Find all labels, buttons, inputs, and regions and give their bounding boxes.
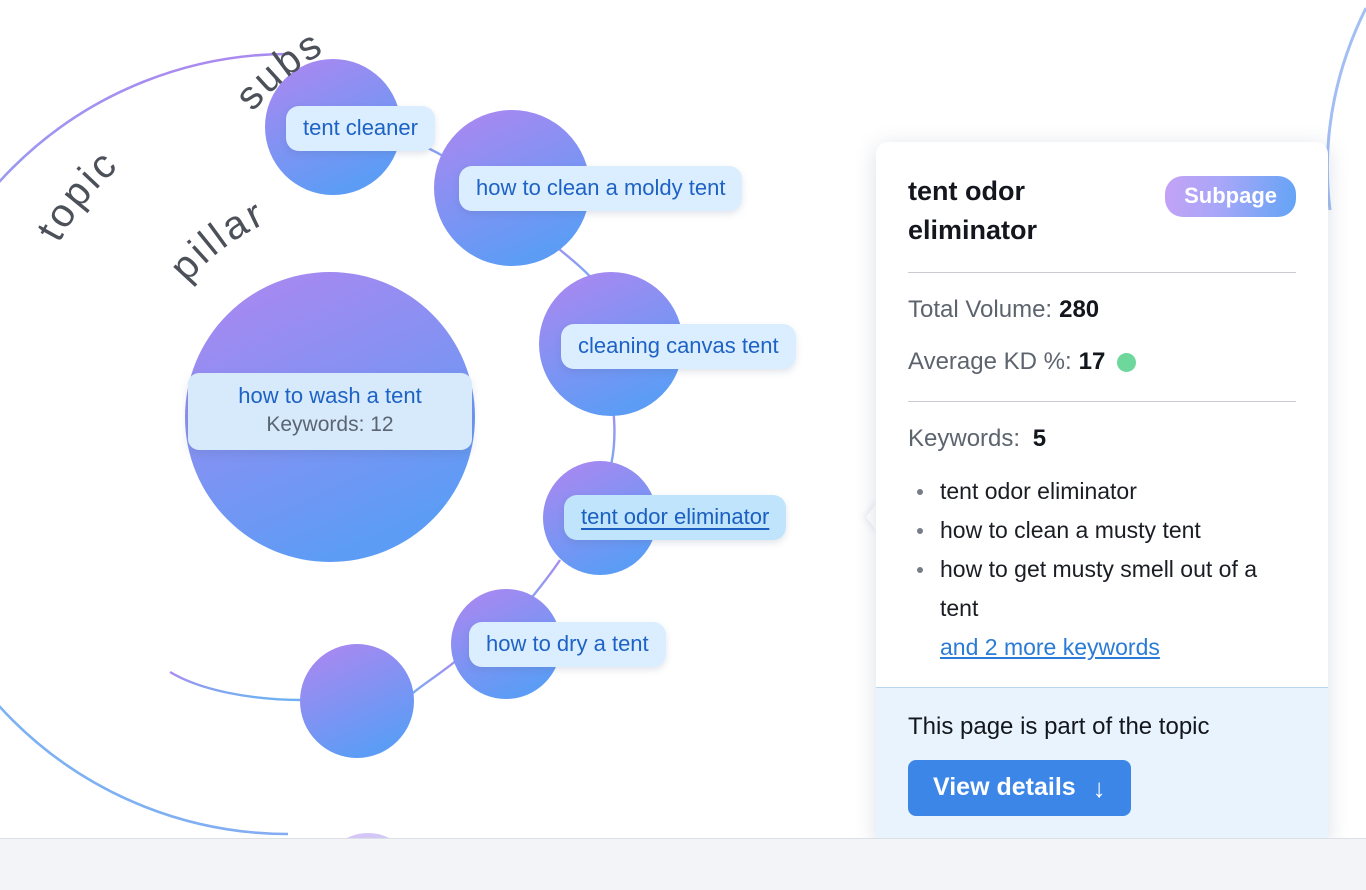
tooltip-divider-mid (908, 401, 1296, 402)
node-label-dry-tent[interactable]: how to dry a tent (469, 622, 666, 667)
keywords-count-value: 5 (1032, 425, 1047, 452)
node-label-text: tent cleaner (303, 115, 418, 140)
node-label-text: cleaning canvas tent (578, 333, 779, 358)
list-item: how to clean a musty tent (908, 511, 1296, 550)
keywords-count-row: Keywords: 5 (908, 424, 1296, 454)
tooltip-footer: This page is part of the topic View deta… (876, 687, 1328, 838)
total-volume-value: 280 (1059, 296, 1100, 323)
total-volume-row: Total Volume: 280 (908, 295, 1296, 325)
node-label-text: how to dry a tent (486, 631, 649, 656)
average-kd-label: Average KD %: (908, 348, 1072, 375)
total-volume-label: Total Volume: (908, 296, 1053, 323)
status-badge: Subpage (1165, 176, 1296, 217)
node-label-tent-cleaner[interactable]: tent cleaner (286, 106, 435, 151)
node-label-moldy-tent[interactable]: how to clean a moldy tent (459, 166, 743, 211)
tooltip-body: tent odor eliminator Subpage Total Volum… (876, 142, 1328, 687)
bubble-unlabeled (300, 644, 414, 758)
arc-label-topic: topic (28, 140, 126, 248)
kd-status-dot-icon (1117, 352, 1137, 372)
node-label-canvas-tent[interactable]: cleaning canvas tent (561, 324, 796, 369)
node-keyword-count: Keywords: 12 (266, 413, 394, 436)
arrow-down-icon: ↓ (1092, 772, 1106, 803)
more-keywords-link[interactable]: and 2 more keywords (940, 628, 1296, 687)
app-root: subs topic pillar tent cleaner how to cl… (0, 0, 1366, 890)
tooltip-title: tent odor eliminator (908, 176, 1038, 245)
node-label-text: how to clean a moldy tent (476, 175, 726, 200)
topical-map-canvas[interactable]: subs topic pillar tent cleaner how to cl… (0, 0, 1366, 838)
node-detail-tooltip[interactable]: tent odor eliminator Subpage Total Volum… (876, 142, 1328, 838)
footer-message: This page is part of the topic (908, 713, 1210, 740)
average-kd-value: 17 (1078, 348, 1106, 375)
keywords-list: tent odor eliminator how to clean a must… (908, 472, 1296, 628)
list-item: how to get musty smell out of a tent (908, 550, 1296, 628)
average-kd-row: Average KD %: 17 (908, 347, 1296, 377)
tooltip-header: tent odor eliminator Subpage (908, 172, 1296, 250)
list-item: tent odor eliminator (908, 472, 1296, 511)
arc-label-pillar: pillar (161, 191, 272, 290)
bottom-strip (0, 838, 1366, 890)
view-details-label: View details (933, 773, 1076, 801)
node-label-text: tent odor eliminator (581, 504, 770, 529)
node-label-text: how to wash a tent (238, 383, 422, 408)
tooltip-divider-top (908, 272, 1296, 273)
node-label-pillar-wash-tent[interactable]: how to wash a tent Keywords: 12 (188, 373, 472, 450)
node-label-tent-odor-eliminator[interactable]: tent odor eliminator (564, 495, 787, 540)
keywords-label: Keywords: (908, 425, 1021, 452)
view-details-button[interactable]: View details ↓ (908, 760, 1131, 816)
outer-ring-right-fragment (1325, 7, 1366, 211)
